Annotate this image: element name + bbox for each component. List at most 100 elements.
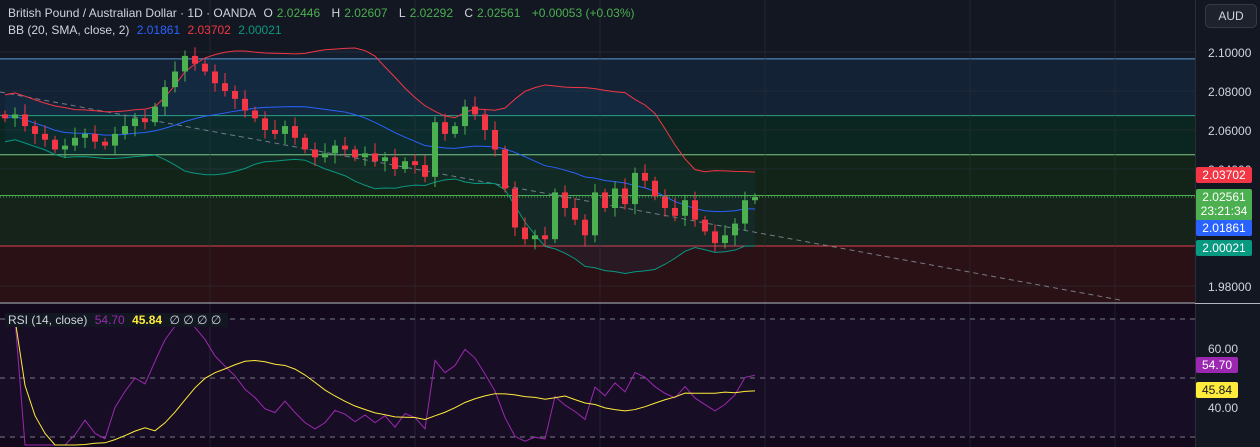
bb-lower-value: 2.00021: [238, 23, 282, 37]
candle-down: [372, 153, 378, 162]
candle-down: [562, 192, 568, 208]
candle-up: [172, 71, 178, 88]
candle-down: [32, 126, 38, 134]
bb-legend[interactable]: BB (20, SMA, close, 2) 2.01861 2.03702 2…: [8, 23, 286, 37]
candle-up: [12, 114, 18, 119]
rsi-value: 54.70: [94, 313, 125, 327]
rsi-na-values: ∅ ∅ ∅ ∅: [169, 313, 222, 327]
candle-up: [322, 153, 328, 158]
candle-down: [242, 98, 248, 111]
candle-down: [142, 118, 148, 123]
currency-button[interactable]: AUD: [1205, 4, 1257, 28]
candle-up: [752, 197, 758, 201]
rsi-ma-tag: 45.84: [1196, 382, 1238, 398]
candle-down: [52, 139, 58, 150]
candle-down: [312, 149, 318, 158]
candle-up: [362, 153, 368, 158]
candle-down: [42, 133, 48, 140]
candle-down: [472, 106, 478, 115]
candle-down: [232, 91, 238, 99]
candle-down: [102, 141, 108, 146]
candle-down: [512, 188, 518, 228]
candle-down: [22, 114, 28, 127]
candle-down: [502, 149, 508, 189]
candle-down: [2, 114, 8, 119]
candle-up: [182, 55, 188, 72]
price-tick: 2.08000: [1208, 85, 1252, 99]
candle-up: [632, 172, 638, 205]
rsi-ma-value: 45.84: [132, 313, 163, 327]
rsi-tag: 54.70: [1196, 357, 1238, 373]
last-price: 2.02561: [1202, 190, 1246, 204]
candle-down: [672, 208, 678, 216]
candle-up: [132, 118, 138, 127]
pane-separator: [1195, 303, 1260, 304]
candle-up: [62, 145, 68, 150]
last-price-tag: 2.02561 23:21:34: [1196, 189, 1252, 221]
candle-down: [92, 133, 98, 142]
candle-down: [222, 83, 228, 91]
low-label: L: [398, 6, 406, 20]
candle-down: [692, 200, 698, 220]
price-tick: 2.10000: [1208, 46, 1252, 60]
candle-down: [702, 219, 708, 232]
bb-upper-tag: 2.03702: [1196, 167, 1252, 183]
candle-down: [392, 157, 398, 169]
rsi-tick: 40.00: [1208, 401, 1239, 415]
candle-up: [332, 145, 338, 154]
rsi-label: RSI (14, close): [8, 313, 88, 327]
candle-down: [492, 130, 498, 150]
rsi-legend[interactable]: RSI (14, close) 54.70 45.84 ∅ ∅ ∅ ∅: [5, 313, 229, 327]
candle-up: [382, 157, 388, 162]
high-label: H: [331, 6, 341, 20]
price-chart[interactable]: [0, 0, 1195, 447]
candle-down: [262, 118, 268, 130]
candle-up: [282, 126, 288, 134]
high-value: 2.02607: [344, 6, 388, 20]
candle-up: [592, 192, 598, 236]
price-axis[interactable]: 2.10000 2.08000 2.06000 2.04000 1.98000 …: [1195, 0, 1260, 447]
open-value: 2.02446: [276, 6, 321, 20]
candle-down: [272, 130, 278, 134]
candle-up: [462, 106, 468, 127]
candle-down: [542, 235, 548, 240]
candle-down: [572, 208, 578, 220]
candle-up: [452, 126, 458, 134]
candle-up: [122, 126, 128, 134]
bb-upper-value: 2.03702: [187, 23, 231, 37]
candle-up: [72, 137, 78, 146]
candle-down: [582, 219, 588, 236]
candle-up: [432, 122, 438, 177]
bb-label: BB (20, SMA, close, 2): [8, 23, 130, 37]
open-label: O: [263, 6, 273, 20]
candle-down: [622, 188, 628, 205]
candle-down: [442, 122, 448, 134]
candle-down: [522, 227, 528, 240]
candle-down: [482, 114, 488, 130]
symbol-title: British Pound / Australian Dollar · 1D ·…: [8, 6, 257, 20]
candle-up: [732, 223, 738, 236]
candle-down: [712, 231, 718, 244]
candle-down: [412, 161, 418, 166]
candle-up: [552, 192, 558, 240]
change-value: +0.00053 (+0.03%): [531, 6, 635, 20]
candle-down: [212, 71, 218, 84]
candle-down: [352, 149, 358, 158]
price-tick: 2.06000: [1208, 124, 1252, 138]
rsi-tick: 60.00: [1208, 342, 1239, 356]
candle-down: [642, 172, 648, 181]
bar-countdown: 23:21:34: [1200, 204, 1248, 218]
price-tick: 1.98000: [1208, 280, 1252, 294]
bb-basis-tag: 2.01861: [1196, 220, 1252, 236]
candle-down: [662, 196, 668, 208]
candle-up: [402, 161, 408, 169]
candle-up: [742, 200, 748, 224]
candle-up: [112, 133, 118, 146]
bb-lower-tag: 2.00021: [1196, 240, 1252, 256]
candle-down: [602, 192, 608, 208]
candle-down: [652, 180, 658, 197]
bb-basis-value: 2.01861: [136, 23, 181, 37]
candle-up: [82, 133, 88, 138]
candle-down: [252, 110, 258, 119]
candle-down: [302, 137, 308, 150]
